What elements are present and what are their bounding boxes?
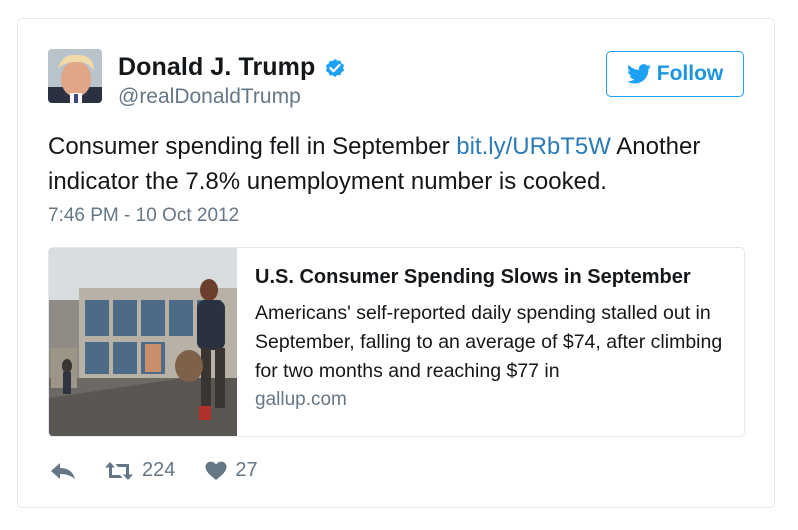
card-photo	[49, 248, 237, 436]
avatar-photo	[48, 49, 102, 103]
follow-button-label: Follow	[656, 62, 724, 85]
follow-button[interactable]: Follow	[606, 51, 744, 97]
card-description: Americans' self-reported daily spending …	[255, 302, 723, 382]
user-handle[interactable]: @realDonaldTrump	[118, 85, 301, 109]
avatar[interactable]	[48, 49, 102, 103]
tweet-card: Donald J. Trump @realDonaldTrump Follow …	[17, 18, 775, 508]
card-body: U.S. Consumer Spending Slows in Septembe…	[237, 248, 744, 436]
card-domain: gallup.com	[255, 389, 347, 410]
tweet-link[interactable]: bit.ly/URbT5W	[456, 133, 611, 160]
reply-button[interactable]	[50, 461, 76, 481]
tweet-text: Consumer spending fell in September bit.…	[48, 129, 738, 199]
card-title[interactable]: U.S. Consumer Spending Slows in Septembe…	[255, 266, 730, 289]
tweet-actions: 224 27	[50, 459, 258, 482]
link-card[interactable]: U.S. Consumer Spending Slows in Septembe…	[48, 247, 745, 437]
heart-icon	[205, 461, 227, 480]
retweet-button[interactable]: 224	[104, 459, 175, 482]
like-button[interactable]: 27	[205, 459, 258, 482]
retweet-count: 224	[142, 459, 176, 481]
reply-icon	[51, 462, 75, 479]
display-name[interactable]: Donald J. Trump	[118, 53, 315, 82]
retweet-icon	[105, 461, 133, 480]
twitter-bird-icon	[626, 64, 651, 84]
name-row: Donald J. Trump	[118, 53, 347, 82]
verified-badge-icon	[326, 58, 345, 77]
like-count: 27	[235, 459, 258, 481]
tweet-text-before-link: Consumer spending fell in September	[48, 133, 457, 160]
card-image	[49, 248, 237, 436]
tweet-timestamp[interactable]: 7:46 PM - 10 Oct 2012	[48, 205, 239, 227]
